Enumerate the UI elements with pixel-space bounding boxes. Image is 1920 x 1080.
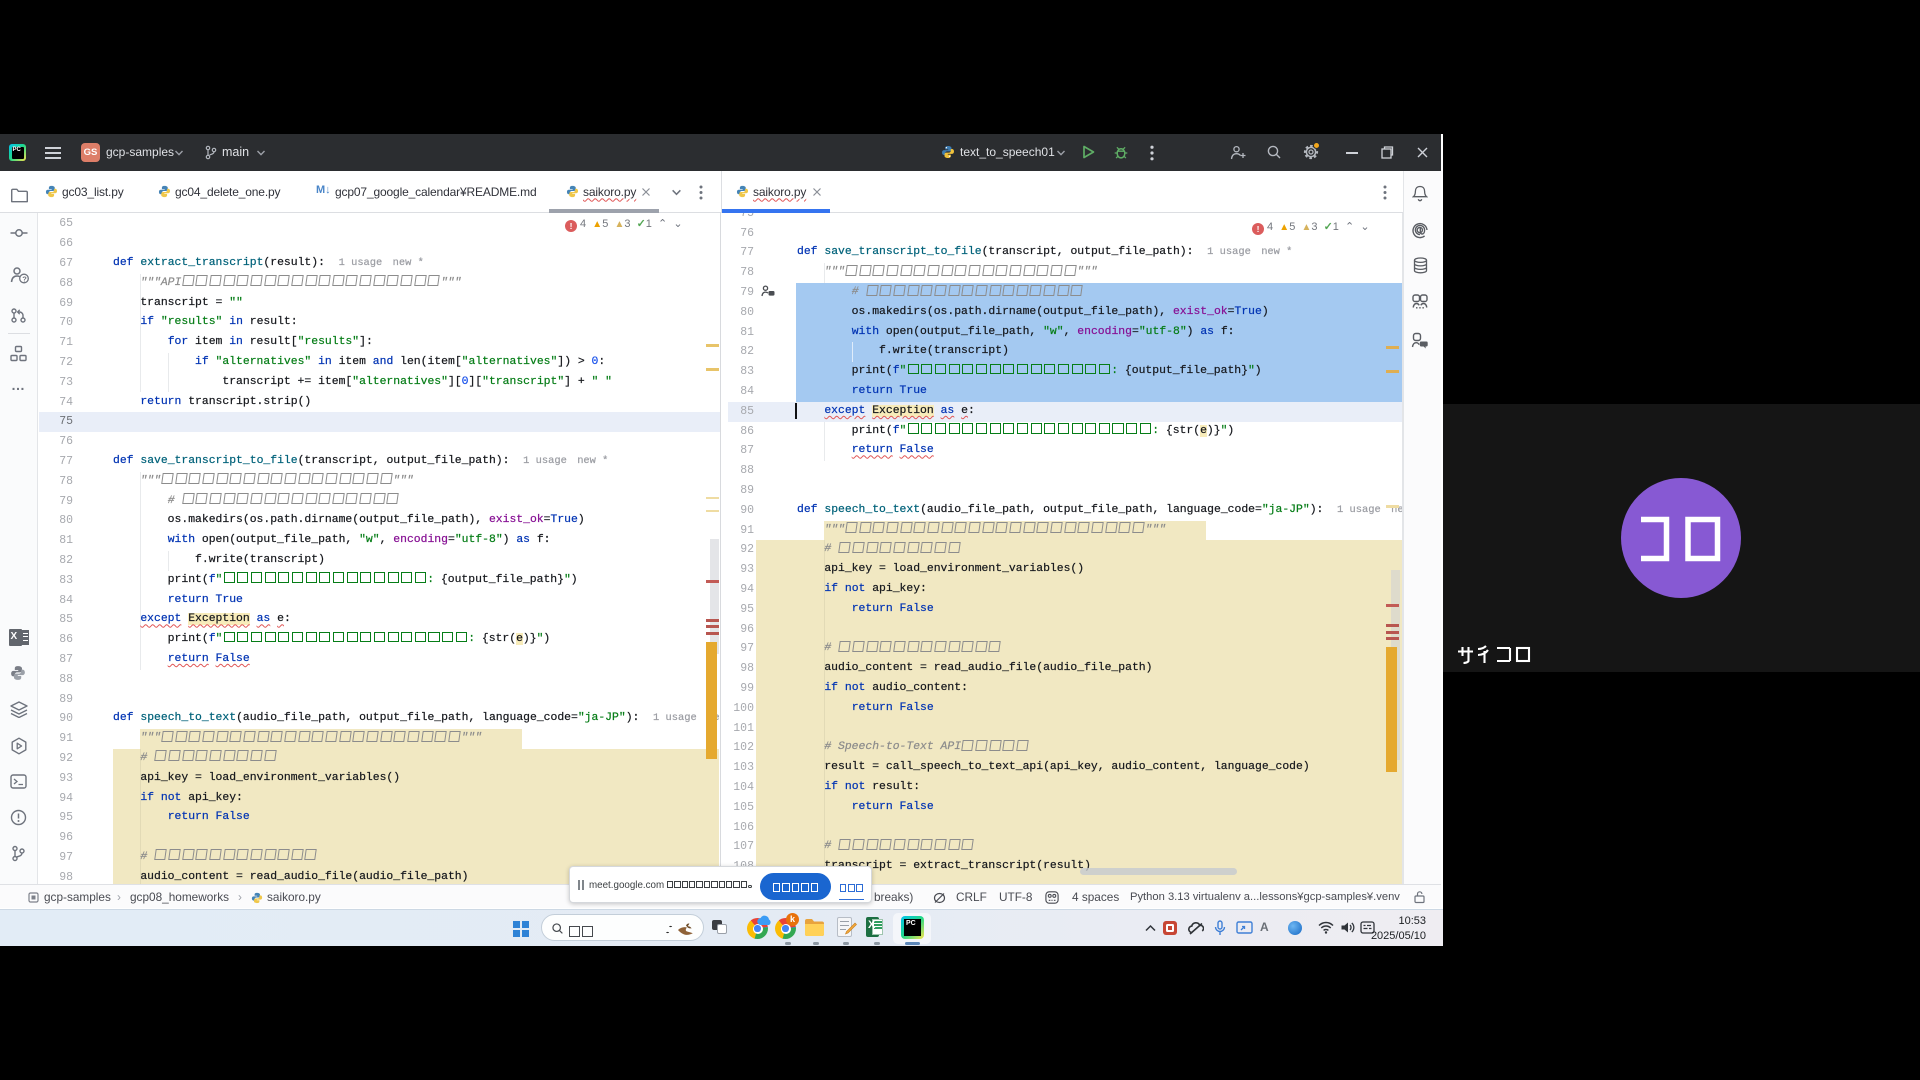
svg-text:?: ? — [22, 274, 27, 283]
